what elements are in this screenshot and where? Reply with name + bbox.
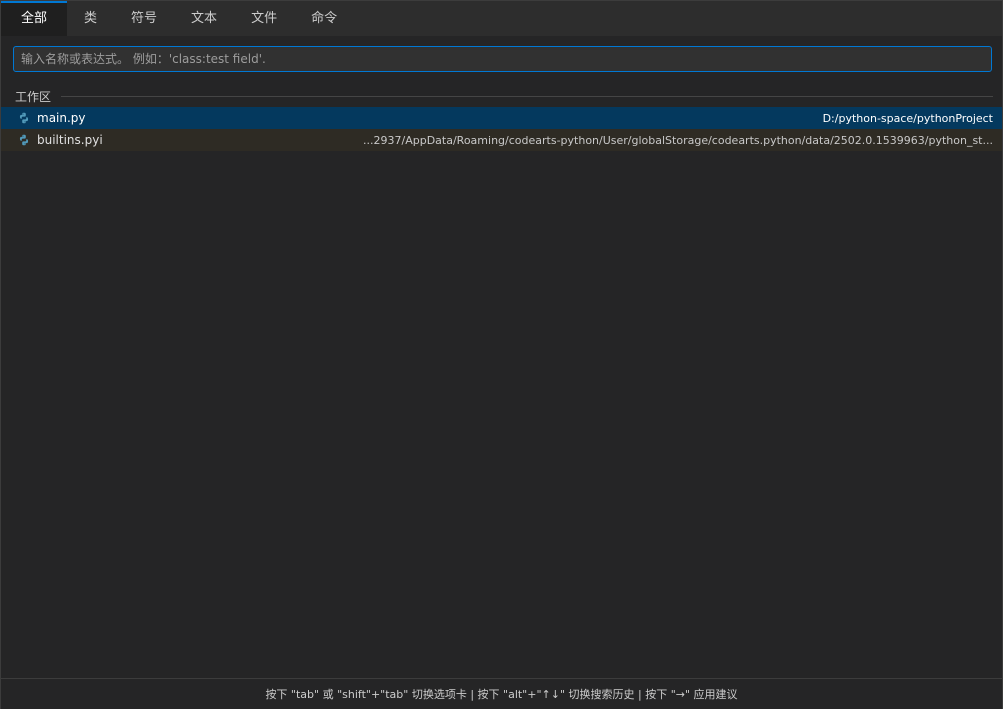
python-file-icon xyxy=(19,134,29,146)
section-divider xyxy=(61,95,993,97)
search-box xyxy=(13,46,992,72)
result-item-main-py[interactable]: main.py D:/python-space/pythonProject xyxy=(1,107,1002,129)
result-file-name: main.py xyxy=(37,111,86,125)
tab-classes[interactable]: 类 xyxy=(67,1,114,36)
python-file-icon xyxy=(19,112,29,124)
tab-text[interactable]: 文本 xyxy=(174,1,234,36)
tab-commands[interactable]: 命令 xyxy=(294,1,354,36)
footer-hint-text: 按下 "tab" 或 "shift"+"tab" 切换选项卡 | 按下 "alt… xyxy=(265,688,738,701)
tab-all[interactable]: 全部 xyxy=(1,1,68,36)
section-title: 工作区 xyxy=(15,89,52,104)
footer-hint: 按下 "tab" 或 "shift"+"tab" 切换选项卡 | 按下 "alt… xyxy=(1,678,1002,709)
results-list: main.py D:/python-space/pythonProject bu… xyxy=(1,107,1002,151)
search-input[interactable] xyxy=(14,47,991,71)
result-item-builtins-pyi[interactable]: builtins.pyi ...2937/AppData/Roaming/cod… xyxy=(1,129,1002,151)
tab-files[interactable]: 文件 xyxy=(234,1,294,36)
tab-symbols[interactable]: 符号 xyxy=(114,1,174,36)
section-header-workspace: 工作区 xyxy=(15,87,993,105)
tab-bar: 全部 类 符号 文本 文件 命令 xyxy=(1,1,1002,36)
search-everywhere-panel: 全部 类 符号 文本 文件 命令 工作区 main.py D:/python-s… xyxy=(0,0,1003,709)
result-file-name: builtins.pyi xyxy=(37,133,103,147)
result-file-path: D:/python-space/pythonProject xyxy=(822,111,993,125)
result-file-path: ...2937/AppData/Roaming/codearts-python/… xyxy=(363,133,993,147)
